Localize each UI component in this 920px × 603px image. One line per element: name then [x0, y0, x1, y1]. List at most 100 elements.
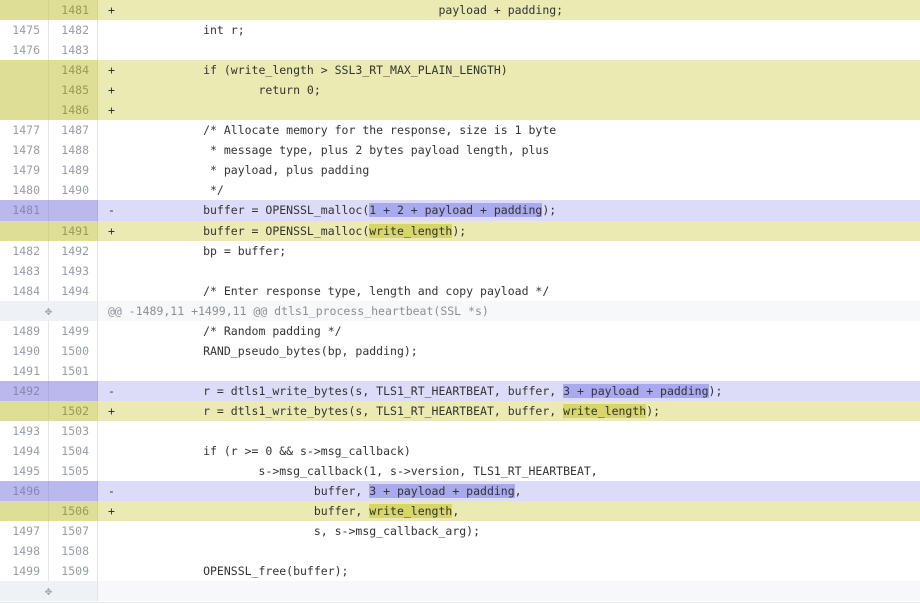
expand-lines-button[interactable]: ✥ — [0, 300, 98, 321]
old-line-number[interactable] — [0, 400, 49, 421]
old-line-number[interactable]: 1481 — [0, 200, 49, 221]
code-text: payload + padding; — [120, 3, 564, 17]
code-line: * message type, plus 2 bytes payload len… — [98, 140, 920, 160]
new-line-number[interactable] — [49, 200, 98, 221]
code-line: RAND_pseudo_bytes(bp, padding); — [98, 341, 920, 361]
new-line-number[interactable]: 1499 — [49, 320, 98, 341]
code-text: buffer, — [120, 504, 370, 519]
code-text: * payload, plus padding — [120, 163, 370, 178]
hunk-header-text — [98, 581, 920, 602]
new-line-number[interactable]: 1494 — [49, 280, 98, 301]
old-line-number[interactable] — [0, 501, 49, 522]
changed-text-highlight: 3 + payload + padding — [563, 383, 709, 398]
old-line-number[interactable] — [0, 80, 49, 101]
diff-marker: + — [108, 63, 115, 78]
new-line-number[interactable]: 1503 — [49, 420, 98, 442]
old-line-number[interactable]: 1478 — [0, 140, 49, 161]
old-line-number[interactable] — [0, 100, 49, 121]
old-line-number[interactable]: 1483 — [0, 260, 49, 281]
new-line-number[interactable]: 1486 — [49, 100, 98, 121]
new-line-number[interactable]: 1509 — [49, 561, 98, 582]
changed-text-highlight: write_length — [563, 403, 647, 418]
diff-marker: - — [108, 203, 115, 218]
new-line-number[interactable]: 1484 — [49, 60, 98, 81]
context-line-row: 1484 1494 /* Enter response type, length … — [0, 280, 920, 301]
code-text: s, s->msg_callback_arg); — [120, 524, 481, 539]
new-line-number[interactable]: 1507 — [49, 521, 98, 542]
code-line: - buffer = OPENSSL_malloc(1 + 2 + payloa… — [98, 200, 920, 221]
context-line-row: 1477 1487 /* Allocate memory for the resp… — [0, 120, 920, 141]
code-text: , — [514, 484, 522, 499]
new-line-number[interactable]: 1500 — [49, 340, 98, 361]
new-line-number[interactable]: 1508 — [49, 541, 98, 562]
code-line: + r = dtls1_write_bytes(s, TLS1_RT_HEART… — [98, 400, 920, 421]
old-line-number[interactable]: 1499 — [0, 561, 49, 582]
old-line-number[interactable]: 1494 — [0, 441, 49, 462]
new-line-number[interactable]: 1488 — [49, 140, 98, 161]
new-line-number[interactable]: 1485 — [49, 80, 98, 101]
new-line-number[interactable]: 1502 — [49, 400, 98, 421]
new-line-number[interactable] — [49, 481, 98, 502]
deleted-line-row: 1492 - r = dtls1_write_bytes(s, TLS1_RT_H… — [0, 380, 920, 401]
old-line-number[interactable]: 1496 — [0, 481, 49, 502]
diff-view: 1481 + payload + padding; 1475 1482 int r; 1… — [0, 0, 920, 603]
code-line: /* Random padding */ — [98, 321, 920, 341]
code-text: */ — [120, 183, 224, 198]
old-line-number[interactable]: 1475 — [0, 20, 49, 41]
code-line: - r = dtls1_write_bytes(s, TLS1_RT_HEART… — [98, 380, 920, 401]
code-line: + buffer = OPENSSL_malloc(write_length); — [98, 220, 920, 241]
old-line-number[interactable]: 1480 — [0, 180, 49, 201]
old-line-number[interactable]: 1498 — [0, 541, 49, 562]
context-line-row: 1491 1501 — [0, 360, 920, 381]
new-line-number[interactable]: 1491 — [49, 220, 98, 241]
new-line-number[interactable]: 1505 — [49, 461, 98, 482]
code-line: OPENSSL_free(buffer); — [98, 561, 920, 581]
old-line-number[interactable]: 1492 — [0, 380, 49, 401]
old-line-number[interactable]: 1484 — [0, 280, 49, 301]
old-line-number[interactable]: 1490 — [0, 340, 49, 361]
context-line-row: 1493 1503 — [0, 420, 920, 442]
new-line-number[interactable]: 1482 — [49, 20, 98, 41]
hunk-header-row: ✥ @@ -1489,11 +1499,11 @@ dtls1_process_h… — [0, 300, 920, 321]
old-line-number[interactable]: 1482 — [0, 240, 49, 261]
new-line-number[interactable]: 1490 — [49, 180, 98, 201]
old-line-number[interactable] — [0, 60, 49, 81]
new-line-number[interactable]: 1504 — [49, 441, 98, 462]
new-line-number[interactable] — [49, 380, 98, 401]
deleted-line-row: 1481 - buffer = OPENSSL_malloc(1 + 2 + pa… — [0, 200, 920, 221]
diff-marker: + — [108, 83, 115, 98]
old-line-number[interactable]: 1479 — [0, 160, 49, 181]
new-line-number[interactable]: 1489 — [49, 160, 98, 181]
code-line: s->msg_callback(1, s->version, TLS1_RT_H… — [98, 461, 920, 481]
old-line-number[interactable] — [0, 0, 49, 21]
old-line-number[interactable]: 1477 — [0, 120, 49, 141]
new-line-number[interactable]: 1481 — [49, 0, 98, 21]
new-line-number[interactable]: 1487 — [49, 120, 98, 141]
old-line-number[interactable]: 1497 — [0, 521, 49, 542]
context-line-row: 1475 1482 int r; — [0, 20, 920, 41]
new-line-number[interactable]: 1493 — [49, 260, 98, 281]
new-line-number[interactable]: 1483 — [49, 40, 98, 61]
old-line-number[interactable]: 1489 — [0, 320, 49, 341]
new-line-number[interactable]: 1506 — [49, 501, 98, 522]
old-line-number[interactable]: 1491 — [0, 360, 49, 381]
expand-lines-button[interactable]: ✥ — [0, 581, 98, 602]
diff-marker: + — [108, 504, 115, 519]
old-line-number[interactable]: 1476 — [0, 40, 49, 61]
code-line: + payload + padding; — [98, 0, 920, 21]
new-line-number[interactable]: 1501 — [49, 360, 98, 381]
code-line: + return 0; — [98, 80, 920, 101]
code-line: * payload, plus padding — [98, 160, 920, 180]
new-line-number[interactable]: 1492 — [49, 240, 98, 261]
code-text: r = dtls1_write_bytes(s, TLS1_RT_HEARTBE… — [120, 383, 564, 398]
old-line-number[interactable]: 1493 — [0, 420, 49, 442]
code-text: ); — [646, 403, 661, 418]
context-line-row: 1483 1493 — [0, 260, 920, 281]
old-line-number[interactable] — [0, 220, 49, 241]
old-line-number[interactable]: 1495 — [0, 461, 49, 482]
code-text: r = dtls1_write_bytes(s, TLS1_RT_HEARTBE… — [120, 403, 564, 418]
diff-marker: + — [108, 403, 115, 418]
